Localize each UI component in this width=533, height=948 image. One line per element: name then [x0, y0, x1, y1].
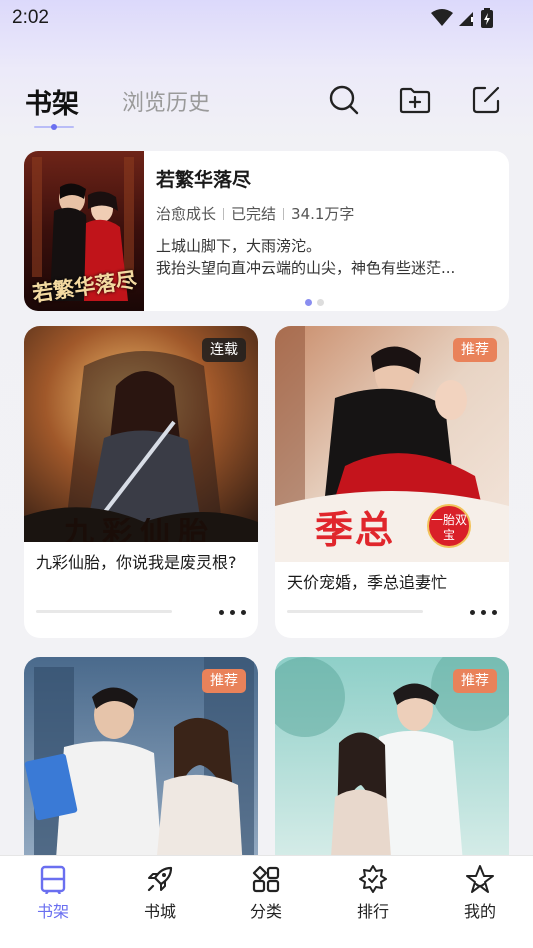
nav-label: 书架: [36, 902, 69, 921]
nav-item-bookstore[interactable]: 书城: [120, 864, 200, 922]
signal-icon: [459, 12, 473, 26]
bottom-navigation: 书架 书城 分类 排行 我的: [0, 855, 533, 948]
nav-label: 排行: [356, 902, 389, 921]
battery-icon: [481, 8, 493, 28]
tab-active-indicator: [34, 124, 74, 130]
book-genre: 治愈成长: [156, 205, 217, 223]
book-title: 九彩仙胎，你说我是废灵根?: [36, 553, 237, 572]
nav-item-profile[interactable]: 我的: [440, 864, 520, 922]
meta-divider: [223, 207, 225, 220]
wifi-icon: [431, 9, 453, 26]
reading-progress-bar: [36, 610, 172, 613]
nav-item-bookshelf[interactable]: 书架: [13, 864, 93, 922]
search-button[interactable]: [326, 82, 362, 118]
carousel-dot: [317, 299, 324, 306]
bookshelf-icon: [40, 865, 66, 894]
book-cover-text: 季总: [315, 507, 396, 552]
book-title: 天价宠婚，季总追妻忙: [287, 573, 448, 592]
more-options-button[interactable]: [219, 610, 246, 615]
edit-button[interactable]: [468, 82, 504, 118]
book-card[interactable]: 季总 一胎双宝 推荐 天价宠婚，季总追妻忙: [275, 326, 509, 638]
book-card[interactable]: 推荐: [275, 657, 509, 887]
edit-icon: [472, 86, 500, 114]
category-icon: [252, 865, 280, 893]
recommend-badge: 推荐: [202, 669, 246, 693]
featured-book-title: 若繁华落尽: [156, 169, 252, 191]
book-card[interactable]: 推荐: [24, 657, 258, 887]
recommend-badge: 推荐: [453, 669, 497, 693]
ranking-icon: [359, 865, 387, 893]
nav-item-category[interactable]: 分类: [226, 864, 306, 922]
add-folder-button[interactable]: [397, 82, 433, 118]
book-word-count: 34.1万字: [291, 205, 355, 223]
book-cover-text: 九彩仙胎: [64, 518, 216, 542]
book-card[interactable]: 九彩仙胎 连载 九彩仙胎，你说我是废灵根?: [24, 326, 258, 638]
carousel-indicator: [305, 299, 324, 306]
intro-line: 我抬头望向直冲云端的山尖，神色有些迷茫...: [156, 259, 456, 277]
status-icons: [431, 8, 493, 28]
status-time: 2:02: [12, 7, 49, 28]
book-cover-seal: 一胎双宝: [427, 504, 471, 548]
more-options-button[interactable]: [470, 610, 497, 615]
nav-label: 书城: [143, 902, 176, 921]
nav-item-ranking[interactable]: 排行: [333, 864, 413, 922]
reading-progress-bar: [287, 610, 423, 613]
meta-divider: [283, 207, 285, 220]
featured-book-intro: 上城山脚下，大雨滂沱。 我抬头望向直冲云端的山尖，神色有些迷茫...: [156, 235, 501, 279]
featured-book-card[interactable]: 若繁华落尽 若繁华落尽 治愈成长 已完结 34.1万字 上城山脚下，大雨滂沱。 …: [24, 151, 509, 311]
search-icon: [329, 85, 359, 115]
tab-bookshelf[interactable]: 书架: [25, 82, 79, 121]
featured-book-meta: 治愈成长 已完结 34.1万字: [156, 203, 354, 224]
nav-label: 我的: [463, 902, 496, 921]
intro-line: 上城山脚下，大雨滂沱。: [156, 237, 322, 255]
tab-browse-history[interactable]: 浏览历史: [122, 85, 210, 117]
book-status: 已完结: [231, 205, 277, 223]
recommend-badge: 推荐: [453, 338, 497, 362]
profile-icon: [466, 865, 494, 893]
rocket-icon: [147, 866, 173, 892]
nav-label: 分类: [249, 902, 282, 921]
top-bar: 书架 浏览历史: [0, 78, 533, 138]
status-badge: 连载: [202, 338, 246, 362]
carousel-dot-active: [305, 299, 312, 306]
status-bar: 2:02: [0, 0, 533, 36]
folder-add-icon: [399, 87, 431, 114]
